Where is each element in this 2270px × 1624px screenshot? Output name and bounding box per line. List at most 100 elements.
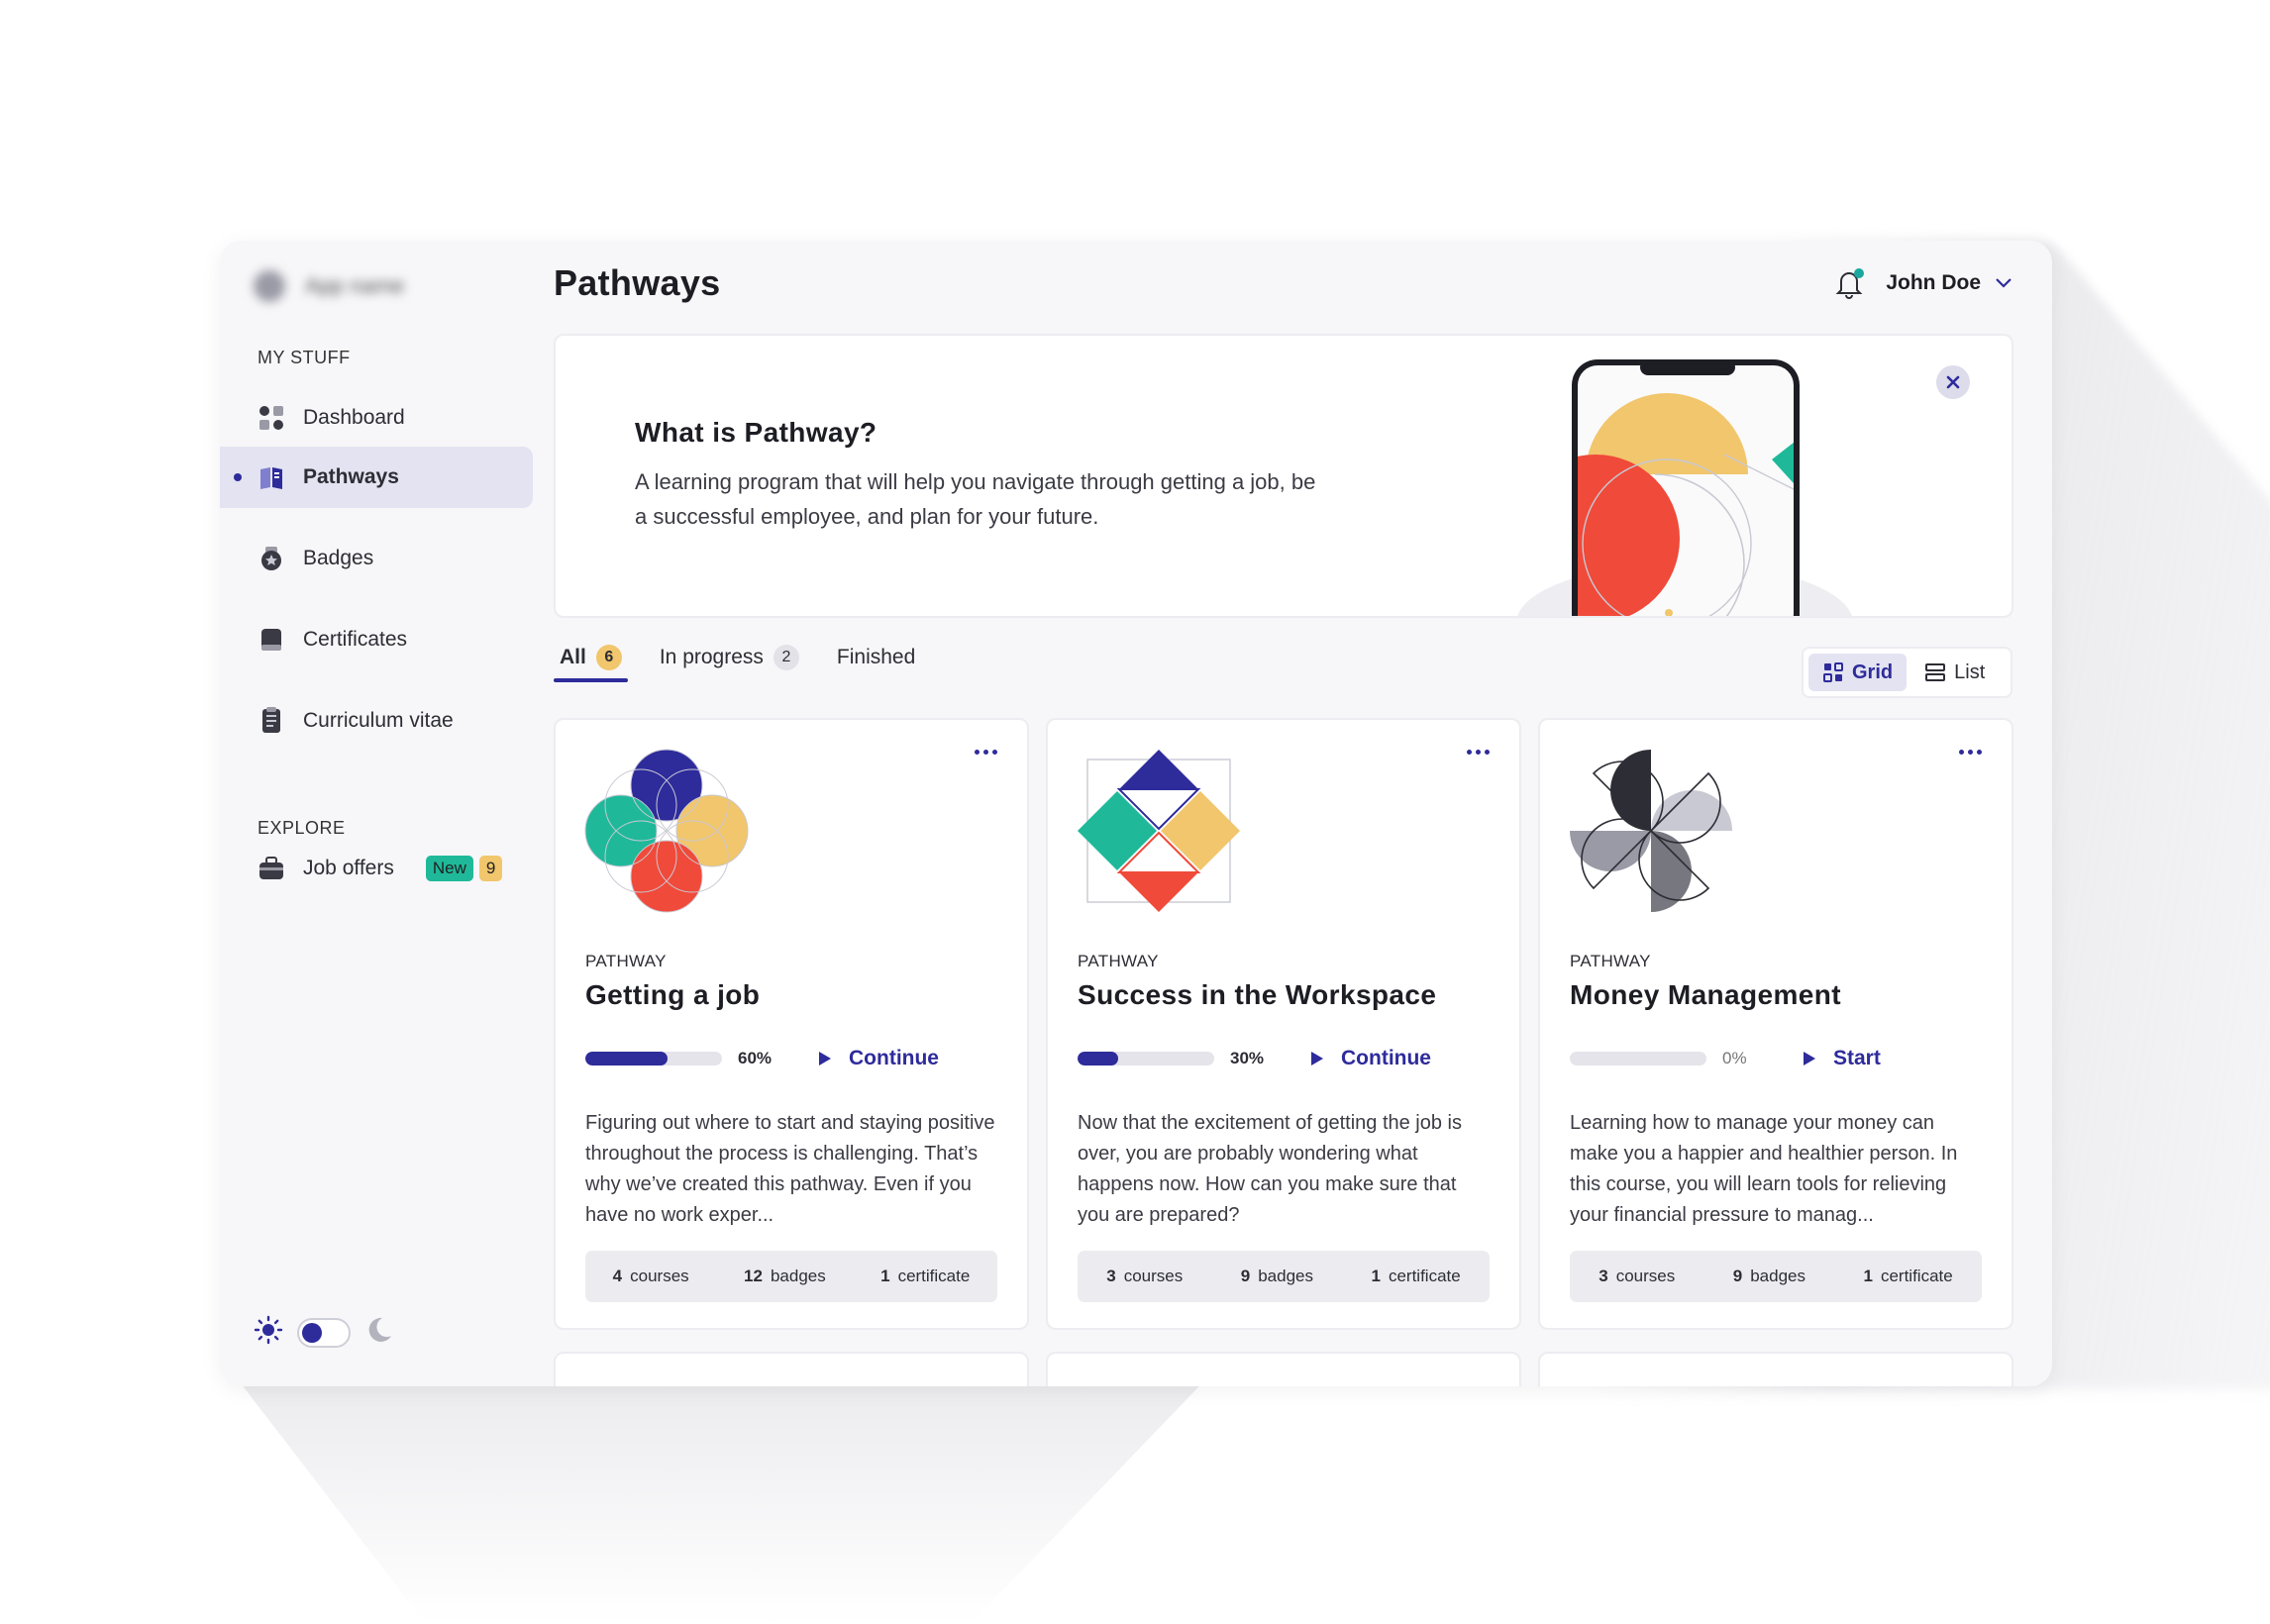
- sidebar-item-certificates[interactable]: Certificates: [220, 609, 533, 670]
- page-title: Pathways: [554, 262, 721, 303]
- pathway-art-circles: [584, 749, 749, 913]
- card-title: Success in the Workspace: [1078, 979, 1437, 1010]
- continue-button[interactable]: Continue: [817, 1047, 939, 1070]
- logo-text: App name: [305, 273, 405, 298]
- user-name: John Doe: [1886, 271, 1981, 294]
- sidebar-item-curriculum-vitae[interactable]: Curriculum vitae: [220, 690, 533, 752]
- card-description: Figuring out where to start and staying …: [585, 1112, 995, 1226]
- tab-count: 6: [595, 645, 622, 670]
- screenshot-stage: App name MY STUFF Dashboard Pathways Bad…: [0, 0, 2270, 1624]
- stat-courses: 4 courses: [612, 1267, 689, 1285]
- close-icon: [1946, 375, 1960, 389]
- sidebar-item-label: Dashboard: [303, 406, 405, 429]
- progress-percent: 0%: [1722, 1049, 1747, 1067]
- card-kind: PATHWAY: [1570, 952, 1651, 970]
- more-options-button[interactable]: [1467, 750, 1490, 755]
- stat-badges: 9 badges: [1732, 1267, 1806, 1285]
- more-options-button[interactable]: [1959, 750, 1982, 755]
- sidebar-item-label: Job offers: [303, 857, 394, 879]
- list-view-label: List: [1954, 660, 1986, 683]
- progress-bar: [1078, 1052, 1214, 1066]
- section-label-my-stuff: MY STUFF: [258, 348, 351, 367]
- pathway-card-success-in-the-workspace[interactable]: PATHWAY Success in the Workspace 30% Con…: [1046, 718, 1521, 1330]
- progress-row: 30% Continue: [1078, 1047, 1494, 1070]
- card-title: Money Management: [1570, 979, 1841, 1010]
- progress-percent: 60%: [738, 1049, 773, 1067]
- sidebar-item-label: Certificates: [303, 628, 408, 651]
- card-stats: 4 courses 12 badges 1 certificate: [585, 1251, 997, 1302]
- play-icon: [819, 1052, 831, 1066]
- book-icon: [258, 463, 285, 491]
- list-view-button[interactable]: List: [1910, 654, 1999, 691]
- pathway-card-money-management[interactable]: PATHWAY Money Management 0% Start Learni…: [1538, 718, 2013, 1330]
- stat-courses: 3 courses: [1106, 1267, 1184, 1285]
- stat-certificates: 1 certificate: [1371, 1267, 1461, 1285]
- stat-badges: 9 badges: [1240, 1267, 1313, 1285]
- pathway-card-partial[interactable]: [1046, 1352, 1521, 1386]
- stat-badges: 12 badges: [744, 1267, 826, 1285]
- sidebar-item-dashboard[interactable]: Dashboard: [220, 387, 533, 449]
- chevron-down-icon: [1996, 278, 2012, 288]
- phone-illustration: [1517, 359, 1852, 616]
- sun-icon[interactable]: [254, 1315, 283, 1350]
- grid-view-label: Grid: [1852, 660, 1894, 683]
- action-label: Continue: [849, 1047, 939, 1069]
- play-icon: [1311, 1052, 1323, 1066]
- view-switch: Grid List: [1802, 647, 2012, 698]
- sidebar: App name MY STUFF Dashboard Pathways Bad…: [220, 241, 543, 1386]
- theme-toggle: [254, 1315, 394, 1350]
- banner-title: What is Pathway?: [635, 417, 877, 448]
- pathway-card-partial[interactable]: [1538, 1352, 2013, 1386]
- close-banner-button[interactable]: [1936, 365, 1970, 399]
- continue-button[interactable]: Continue: [1309, 1047, 1431, 1070]
- pathway-art-pinwheel: [1570, 750, 1732, 912]
- sidebar-item-label: Pathways: [303, 465, 399, 488]
- pathway-card-partial[interactable]: [554, 1352, 1029, 1386]
- play-icon: [1804, 1052, 1815, 1066]
- tab-all[interactable]: All 6: [554, 645, 628, 682]
- new-badge: New: [425, 856, 473, 881]
- progress-bar: [585, 1052, 722, 1066]
- card-title: Getting a job: [585, 979, 761, 1010]
- tab-in-progress[interactable]: In progress 2: [654, 645, 805, 682]
- theme-switch[interactable]: [297, 1317, 351, 1348]
- pathway-card-getting-a-job[interactable]: PATHWAY Getting a job 60% Continue Figur…: [554, 718, 1029, 1330]
- start-button[interactable]: Start: [1802, 1047, 1881, 1070]
- theme-switch-knob: [302, 1322, 322, 1343]
- progress-fill: [1078, 1052, 1119, 1066]
- action-label: Continue: [1341, 1047, 1431, 1069]
- document-icon: [258, 707, 285, 735]
- sidebar-item-pathways[interactable]: Pathways: [220, 447, 533, 508]
- list-icon: [1925, 663, 1946, 681]
- progress-percent: 30%: [1230, 1049, 1265, 1067]
- tab-label: In progress: [659, 646, 764, 668]
- briefcase-icon: [258, 855, 285, 882]
- header-actions: John Doe: [1834, 266, 2012, 300]
- app-logo[interactable]: App name: [254, 270, 404, 302]
- banner-text: A learning program that will help you na…: [635, 469, 1316, 529]
- grid-icon: [1823, 662, 1843, 682]
- sidebar-item-badges[interactable]: Badges: [220, 528, 533, 589]
- progress-row: 0% Start: [1570, 1047, 1986, 1070]
- card-kind: PATHWAY: [585, 952, 667, 970]
- section-label-explore: EXPLORE: [258, 818, 346, 838]
- grid-view-button[interactable]: Grid: [1808, 654, 1908, 691]
- stat-certificates: 1 certificate: [1863, 1267, 1953, 1285]
- tab-finished[interactable]: Finished: [831, 645, 921, 682]
- card-description: Now that the excitement of getting the j…: [1078, 1112, 1462, 1226]
- certificate-icon: [258, 626, 285, 654]
- decorative-shadow-bottom: [228, 1367, 1218, 1624]
- filter-tabs: All 6 In progress 2 Finished: [554, 645, 921, 682]
- more-options-button[interactable]: [975, 750, 997, 755]
- progress-row: 60% Continue: [585, 1047, 1001, 1070]
- card-description: Learning how to manage your money can ma…: [1570, 1112, 1958, 1226]
- sidebar-item-label: Curriculum vitae: [303, 709, 454, 732]
- app-window: App name MY STUFF Dashboard Pathways Bad…: [220, 241, 2052, 1386]
- sidebar-item-job-offers[interactable]: Job offers New 9: [220, 838, 533, 899]
- moon-icon[interactable]: [364, 1315, 394, 1350]
- user-menu[interactable]: John Doe: [1886, 271, 2012, 295]
- notifications-button[interactable]: [1834, 266, 1865, 300]
- card-stats: 3 courses 9 badges 1 certificate: [1078, 1251, 1490, 1302]
- stat-certificates: 1 certificate: [880, 1267, 971, 1285]
- card-kind: PATHWAY: [1078, 952, 1159, 970]
